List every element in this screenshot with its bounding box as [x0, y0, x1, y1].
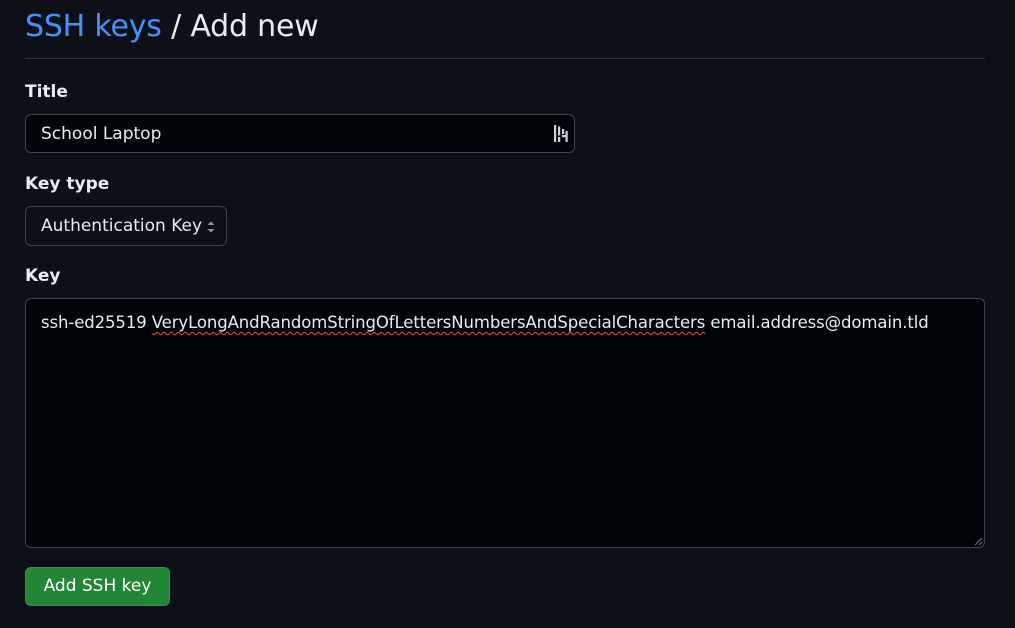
key-textarea[interactable]: ssh-ed25519 VeryLongAndRandomStringOfLet…: [25, 298, 985, 548]
breadcrumb-ssh-keys-link[interactable]: SSH keys: [25, 9, 162, 44]
resize-grip-icon[interactable]: [973, 536, 983, 546]
breadcrumb-separator: /: [161, 9, 191, 44]
title-input[interactable]: [26, 115, 546, 152]
add-ssh-key-page: SSH keys / Add new Title Key type Authen…: [0, 0, 1015, 628]
key-body: VeryLongAndRandomStringOfLettersNumbersA…: [151, 313, 706, 332]
key-algorithm: ssh-ed25519: [41, 313, 152, 332]
key-type-select[interactable]: Authentication Key: [25, 206, 227, 246]
title-label: Title: [25, 82, 68, 102]
breadcrumb: SSH keys / Add new: [25, 6, 985, 48]
select-caret-icon: [207, 221, 215, 233]
page-header: SSH keys / Add new: [25, 6, 985, 59]
key-comment: email.address@domain.tld: [705, 313, 929, 332]
page-title: Add new: [190, 9, 319, 44]
key-textarea-content: ssh-ed25519 VeryLongAndRandomStringOfLet…: [41, 311, 929, 335]
title-field: [25, 114, 575, 153]
key-type-label: Key type: [25, 174, 110, 194]
key-label: Key: [25, 266, 61, 286]
add-ssh-key-button[interactable]: Add SSH key: [25, 567, 170, 606]
password-manager-icon[interactable]: [554, 125, 568, 142]
key-type-selected-value: Authentication Key: [41, 216, 203, 236]
